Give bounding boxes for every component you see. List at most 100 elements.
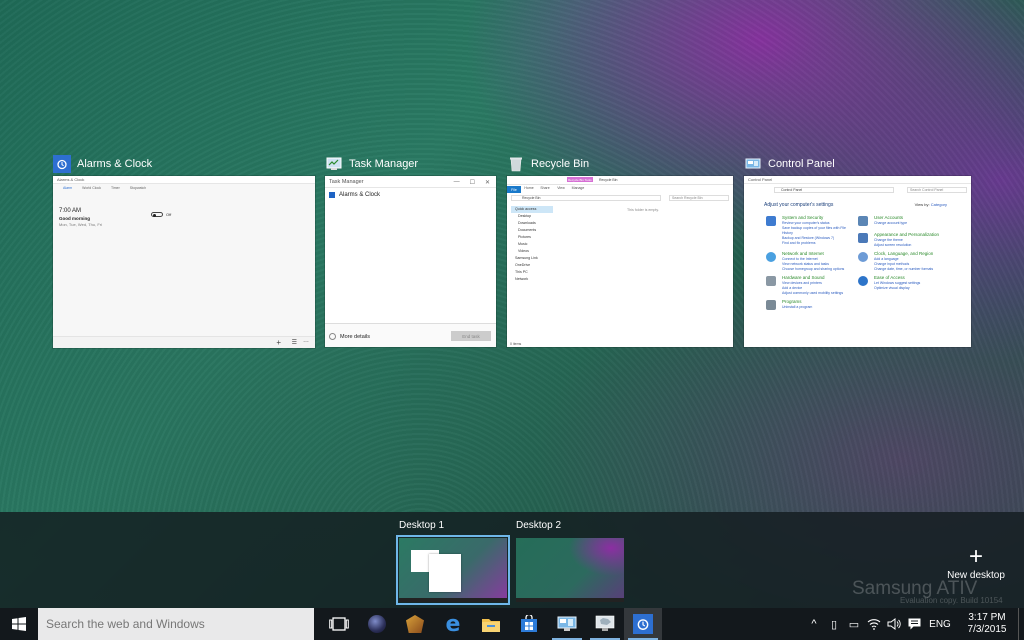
printer-icon bbox=[766, 276, 776, 286]
rb-address-bar: Recycle Bin bbox=[511, 195, 661, 201]
store-icon bbox=[521, 615, 537, 632]
tablet-mode-icon[interactable]: ▯ bbox=[824, 608, 844, 640]
start-icon bbox=[12, 617, 26, 631]
cp-category: Programs bbox=[782, 299, 802, 304]
taskbar: Search the web and Windows e ^ ▯ ▭ ENG 3… bbox=[0, 608, 1024, 640]
alarms-titlebar: Alarms & Clock bbox=[53, 176, 315, 184]
cp-category: System and Security bbox=[782, 215, 824, 220]
clock-globe-icon bbox=[858, 252, 868, 262]
edge-icon: e bbox=[445, 611, 461, 637]
control-panel-icon bbox=[744, 155, 762, 173]
mini-window bbox=[429, 554, 461, 592]
cp-view-by: View by: Category bbox=[915, 202, 947, 207]
taskbar-app-control-panel[interactable] bbox=[548, 608, 586, 640]
taskbar-app-recycle-bin[interactable] bbox=[586, 608, 624, 640]
cp-category: Ease of Access bbox=[874, 275, 905, 280]
rb-title: Recycle Bin bbox=[599, 178, 618, 182]
control-panel-icon bbox=[557, 616, 577, 631]
rb-search-box: Search Recycle Bin bbox=[669, 195, 729, 201]
window-thumb-task-manager[interactable]: Task Manager Task Manager — ☐ ✕ Alarms & C… bbox=[325, 154, 496, 348]
window-title: Control Panel bbox=[768, 158, 835, 170]
cp-links: Review your computer's status Save backu… bbox=[782, 221, 856, 246]
language-indicator[interactable]: ENG bbox=[924, 619, 956, 630]
window-controls: — ☐ ✕ bbox=[453, 179, 490, 186]
cp-category: Hardware and Sound bbox=[782, 275, 825, 280]
tab-alarm: Alarm bbox=[63, 186, 73, 190]
nav-item: Samsung Link bbox=[515, 256, 538, 260]
view-by-label: View by: bbox=[914, 202, 930, 207]
taskbar-app-store[interactable] bbox=[510, 608, 548, 640]
cp-link: Change account type bbox=[874, 221, 908, 225]
cp-links: Change account type bbox=[874, 221, 964, 226]
nav-item: Documents bbox=[518, 228, 537, 232]
alarm-name: Good morning bbox=[59, 216, 90, 221]
tab-timer: Timer bbox=[110, 186, 120, 190]
cp-links: Change the theme Adjust screen resolutio… bbox=[874, 238, 964, 248]
tab-world-clock: World Clock bbox=[82, 186, 101, 190]
task-manager-preview: Task Manager — ☐ ✕ Alarms & Clock More det… bbox=[325, 176, 496, 347]
more-icon: … bbox=[303, 338, 309, 344]
alarm-clock-icon bbox=[633, 614, 653, 634]
globe-icon bbox=[766, 252, 776, 262]
users-icon bbox=[858, 216, 868, 226]
nav-item: Network bbox=[515, 277, 529, 281]
cortana-button[interactable] bbox=[358, 608, 396, 640]
battery-icon[interactable]: ▭ bbox=[844, 608, 864, 640]
mini-title: Control Panel bbox=[748, 177, 773, 182]
nav-item: Desktop bbox=[518, 214, 532, 218]
rb-tab-file: File bbox=[507, 186, 521, 193]
alarms-footer: + ☰ … bbox=[53, 336, 315, 348]
chevron-up-icon[interactable]: ^ bbox=[804, 608, 824, 640]
window-thumb-recycle-bin[interactable]: Recycle Bin Recycle Bin Tools Recycle Bi… bbox=[507, 154, 733, 348]
mini-taskbar bbox=[399, 598, 507, 602]
file-explorer-icon bbox=[482, 618, 500, 632]
cp-links: Connect to the Internet View network sta… bbox=[782, 257, 856, 272]
window-thumb-control-panel[interactable]: Control Panel Control Panel Control Pane… bbox=[744, 154, 971, 348]
cp-links: Let Windows suggest settings Optimize vi… bbox=[874, 281, 964, 291]
add-icon: + bbox=[276, 338, 281, 347]
nav-item: Videos bbox=[518, 249, 529, 253]
taskbar-app-alarms-clock[interactable] bbox=[624, 608, 662, 640]
volume-icon[interactable] bbox=[884, 608, 904, 640]
window-title-bar: Alarms & Clock bbox=[53, 154, 152, 174]
personalization-icon bbox=[858, 233, 868, 243]
window-title-bar: Recycle Bin bbox=[507, 154, 589, 174]
cp-heading: Adjust your computer's settings bbox=[764, 202, 834, 208]
taskbar-app-game[interactable] bbox=[396, 608, 434, 640]
desktop-2-thumb[interactable] bbox=[516, 538, 624, 602]
programs-icon bbox=[766, 300, 776, 310]
window-thumb-alarms[interactable]: Alarms & Clock Alarms & Clock Alarm Worl… bbox=[53, 154, 315, 348]
desktop-1-thumb[interactable] bbox=[396, 535, 510, 605]
action-center-icon[interactable] bbox=[904, 608, 924, 640]
clock-date: 7/3/2015 bbox=[967, 624, 1007, 635]
show-desktop-button[interactable] bbox=[1018, 608, 1024, 640]
start-button[interactable] bbox=[0, 608, 38, 640]
cp-category: Network and Internet bbox=[782, 251, 824, 256]
cp-category: User Accounts bbox=[874, 215, 904, 220]
cp-link: Adjust screen resolution bbox=[874, 243, 912, 247]
control-panel-preview: Control Panel Control Panel Search Contr… bbox=[744, 176, 971, 347]
rb-tab-home: Home bbox=[524, 186, 534, 190]
window-title: Recycle Bin bbox=[531, 158, 590, 170]
nav-item: Quick access bbox=[511, 206, 553, 213]
cp-link: Choose homegroup and sharing options bbox=[782, 267, 845, 271]
cp-titlebar: Control Panel bbox=[744, 176, 971, 184]
taskbar-app-file-explorer[interactable] bbox=[472, 608, 510, 640]
nav-item: Downloads bbox=[518, 221, 536, 225]
nav-item: Pictures bbox=[518, 235, 531, 239]
search-input[interactable]: Search the web and Windows bbox=[38, 608, 314, 640]
task-view-button[interactable] bbox=[320, 608, 358, 640]
game-icon bbox=[406, 615, 424, 633]
alarm-state: Off bbox=[166, 212, 172, 217]
cp-link: Adjust commonly used mobility settings bbox=[782, 291, 844, 295]
clock[interactable]: 3:17 PM 7/3/2015 bbox=[956, 612, 1018, 636]
taskbar-app-edge[interactable]: e bbox=[434, 608, 472, 640]
cp-category: Clock, Language, and Region bbox=[874, 251, 934, 256]
view-by-value: Category bbox=[930, 202, 947, 207]
mini-taskbar bbox=[516, 598, 624, 602]
nav-item: This PC bbox=[515, 270, 528, 274]
wifi-icon[interactable] bbox=[864, 608, 884, 640]
rb-tab-manage: Manage bbox=[571, 186, 585, 190]
shield-icon bbox=[766, 216, 776, 226]
rb-titlebar: Recycle Bin Tools Recycle Bin bbox=[507, 176, 733, 185]
